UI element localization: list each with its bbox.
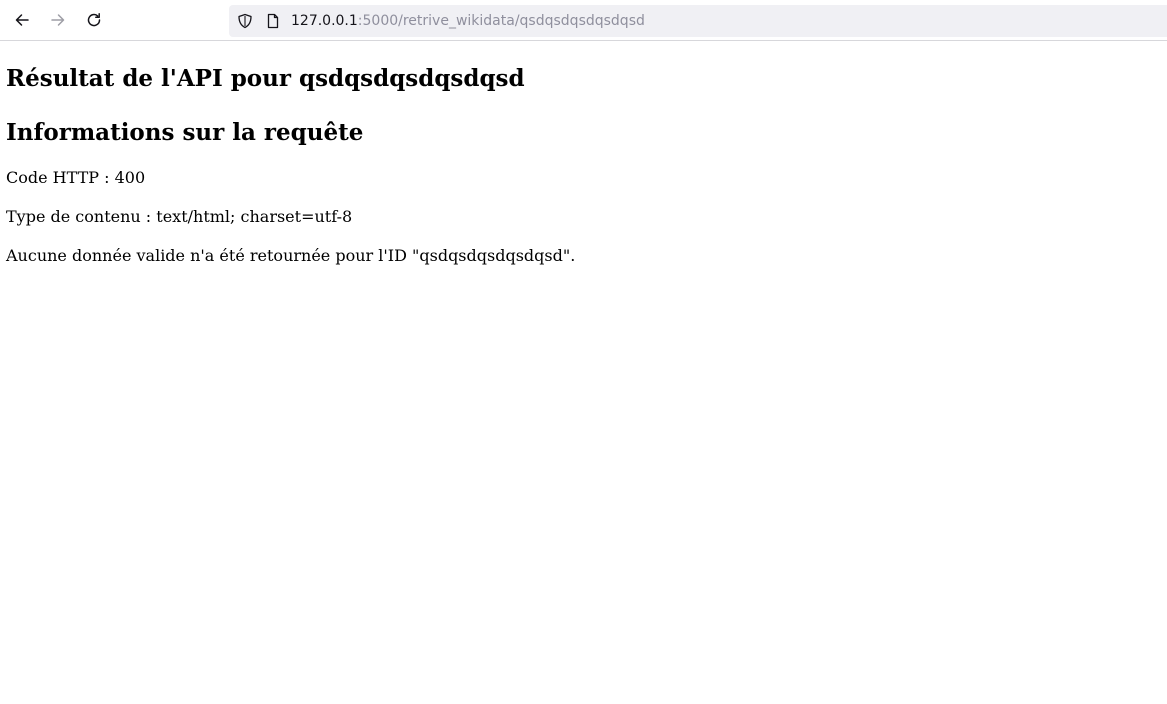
- url-path: :5000/retrive_wikidata/qsdqsdqsdqsdqsd: [357, 13, 645, 29]
- forward-arrow-icon: [51, 14, 65, 26]
- forward-button[interactable]: [44, 6, 72, 34]
- reload-icon: [87, 13, 101, 27]
- error-message-text: Aucune donnée valide n'a été retournée p…: [6, 246, 576, 265]
- reload-button[interactable]: [80, 6, 108, 34]
- url-text[interactable]: 127.0.0.1:5000/retrive_wikidata/qsdqsdqs…: [291, 12, 645, 30]
- shield-icon[interactable]: [237, 13, 253, 29]
- url-host: 127.0.0.1: [291, 13, 358, 29]
- page-icon[interactable]: [265, 13, 281, 29]
- url-bar[interactable]: 127.0.0.1:5000/retrive_wikidata/qsdqsdqs…: [229, 5, 1167, 37]
- browser-toolbar: 127.0.0.1:5000/retrive_wikidata/qsdqsdqs…: [0, 0, 1167, 41]
- page-title: Résultat de l'API pour qsdqsdqsdqsdqsd: [6, 65, 525, 92]
- back-button[interactable]: [8, 6, 36, 34]
- page-content: Résultat de l'API pour qsdqsdqsdqsdqsd I…: [0, 65, 1167, 266]
- http-code-text: Code HTTP : 400: [6, 168, 146, 187]
- content-type-text: Type de contenu : text/html; charset=utf…: [6, 207, 353, 226]
- back-arrow-icon: [15, 14, 29, 26]
- section-heading: Informations sur la requête: [6, 119, 364, 146]
